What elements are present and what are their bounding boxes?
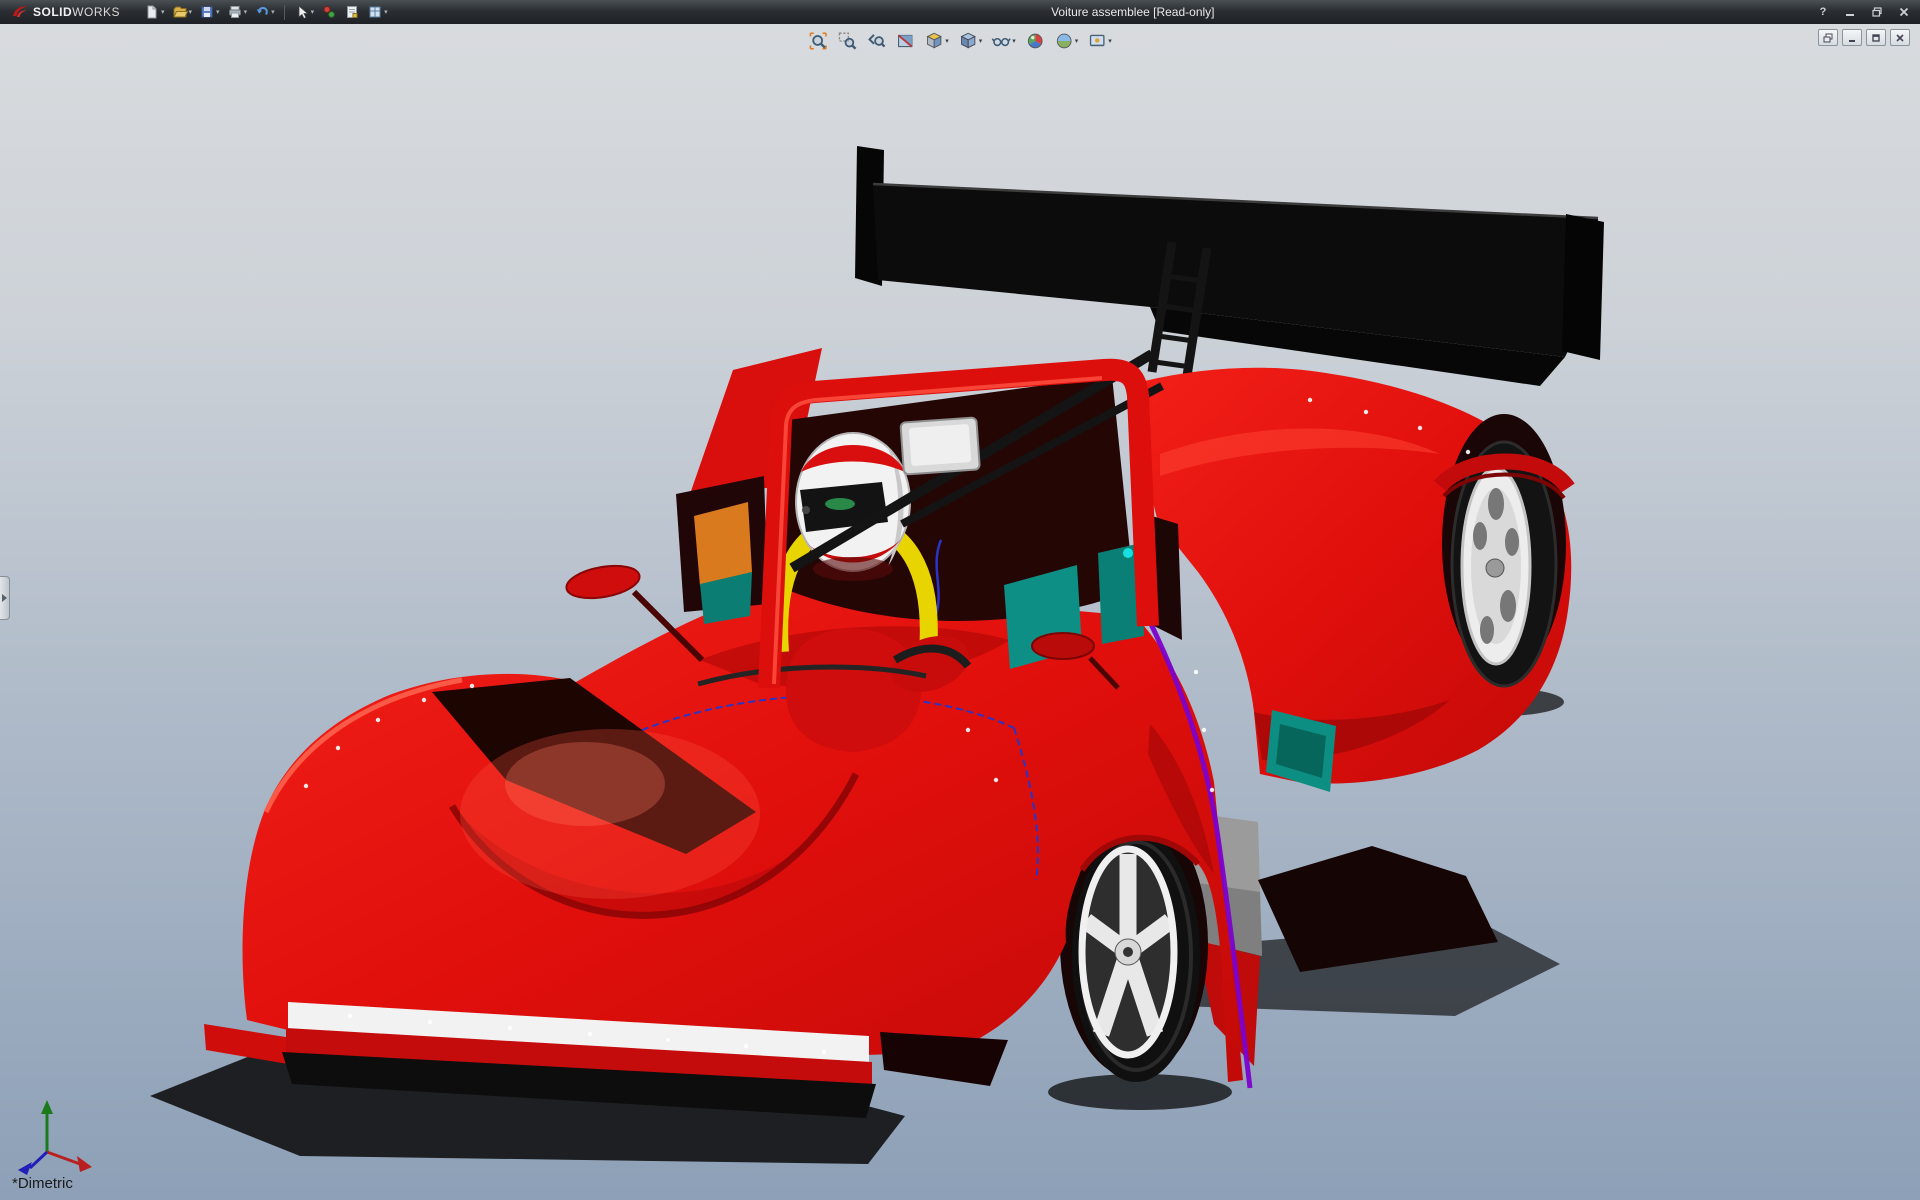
save-dropdown-caret[interactable]: ▾ [216,8,220,16]
new-document-button[interactable]: ▾ [142,3,167,21]
view-orientation-caret[interactable]: ▾ [945,37,949,45]
help-button[interactable]: ? [1815,4,1831,20]
doc-minimize-button[interactable] [1842,29,1862,46]
new-document-icon [144,4,160,20]
featuremanager-collapse-handle[interactable] [0,576,10,620]
display-style-caret[interactable]: ▾ [979,37,983,45]
display-style-icon [958,31,978,51]
select-dropdown-caret[interactable]: ▾ [311,8,315,16]
solidworks-logo-icon [12,4,28,20]
sheet-properties-button[interactable] [342,3,362,21]
restore-icon [1872,7,1882,17]
doc-minimize-icon [1847,33,1857,43]
sheet-properties-icon [344,4,360,20]
save-button[interactable]: ▾ [197,3,222,21]
doc-close-icon [1895,33,1905,43]
select-button[interactable]: ▾ [292,3,317,21]
zoom-to-fit-icon [808,31,828,51]
hide-show-items-button[interactable]: ▾ [989,30,1018,52]
view-settings-caret[interactable]: ▾ [1108,37,1112,45]
new-dropdown-caret[interactable]: ▾ [161,8,165,16]
document-window-controls [1818,29,1910,46]
titlebar: SOLIDWORKS ▾ ▾ ▾ [0,0,1920,24]
doc-close-button[interactable] [1890,29,1910,46]
triad-z-axis [30,1152,47,1168]
restore-button[interactable] [1869,4,1885,20]
window-title: Voiture assemblee [Read-only] [1051,5,1214,19]
apply-scene-button[interactable]: ▾ [1052,30,1081,52]
view-orientation-label: *Dimetric [12,1175,73,1192]
appearance-ball-icon [1025,31,1045,51]
view-orientation-cube-icon [924,31,944,51]
section-view-button[interactable] [893,30,917,52]
print-button[interactable]: ▾ [225,3,250,21]
view-orientation-button[interactable]: ▾ [922,30,951,52]
select-cursor-icon [294,4,310,20]
undo-icon [254,4,270,20]
edit-appearance-button[interactable] [1023,30,1047,52]
doc-cascade-button[interactable] [1818,29,1838,46]
save-icon [199,4,215,20]
apply-scene-caret[interactable]: ▾ [1075,37,1079,45]
frame-camera-pod [900,417,979,474]
hide-show-glasses-icon [991,31,1011,51]
apply-scene-icon [1054,31,1074,51]
undo-button[interactable]: ▾ [252,3,277,21]
graphics-area[interactable]: ▾ ▾ ▾ [0,24,1920,1200]
triad-x-axis [47,1152,80,1164]
zoom-to-fit-button[interactable] [806,30,830,52]
options-table-icon [367,4,383,20]
previous-view-button[interactable] [864,30,888,52]
window-controls: ? [1815,0,1912,24]
open-icon [172,4,188,20]
toolbar-separator [284,5,285,20]
zoom-to-area-icon [837,31,857,51]
open-dropdown-caret[interactable]: ▾ [189,8,193,16]
doc-restore-icon [1871,33,1881,43]
brand-text: SOLIDWORKS [33,5,120,19]
orientation-triad [18,1100,92,1175]
view-settings-icon [1087,31,1107,51]
standard-toolbar: ▾ ▾ ▾ ▾ ▾ [142,3,390,21]
rebuild-button[interactable] [319,3,339,21]
minimize-button[interactable] [1842,4,1858,20]
close-button[interactable] [1896,4,1912,20]
hide-show-caret[interactable]: ▾ [1012,37,1016,45]
print-dropdown-caret[interactable]: ▾ [244,8,248,16]
view-settings-button[interactable]: ▾ [1085,30,1114,52]
open-button[interactable]: ▾ [170,3,195,21]
solidworks-logo: SOLIDWORKS [0,0,132,24]
minimize-icon [1845,7,1855,17]
options-dropdown-caret[interactable]: ▾ [384,8,388,16]
doc-restore-button[interactable] [1866,29,1886,46]
display-style-button[interactable]: ▾ [956,30,985,52]
cascade-icon [1823,33,1833,43]
options-button[interactable]: ▾ [365,3,390,21]
zoom-to-area-button[interactable] [835,30,859,52]
close-icon [1899,7,1909,17]
3d-model-view[interactable] [0,24,1920,1200]
print-icon [227,4,243,20]
undo-dropdown-caret[interactable]: ▾ [271,8,275,16]
heads-up-view-toolbar: ▾ ▾ ▾ [806,30,1114,52]
previous-view-icon [866,31,886,51]
rebuild-icon [321,4,337,20]
section-view-icon [895,31,915,51]
